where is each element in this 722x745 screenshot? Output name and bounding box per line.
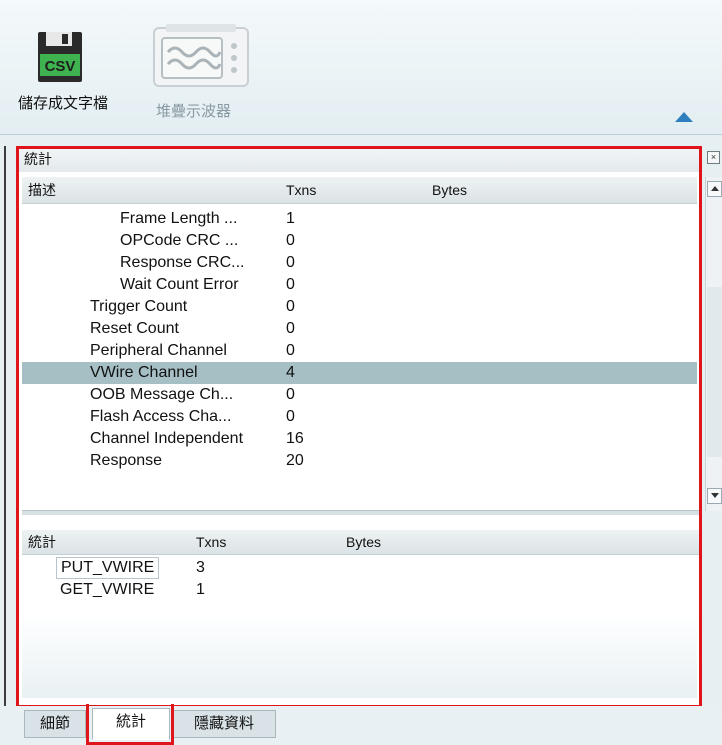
row-description: OOB Message Ch... (90, 386, 234, 403)
table-row-selected[interactable]: VWire Channel 4 (22, 362, 697, 384)
panel-title: 統計 (16, 146, 700, 172)
row-description: OPCode CRC ... (120, 232, 239, 249)
stacked-oscilloscope-label: 堆疊示波器 (156, 103, 232, 120)
table-row[interactable]: Flash Access Cha... 0 (22, 406, 697, 428)
bottom-tab-bar: 細節 統計 隱藏資料 (0, 706, 722, 745)
column-header-txns[interactable]: Txns (286, 177, 316, 203)
table-row[interactable]: Reset Count 0 (22, 318, 697, 340)
scroll-down-icon[interactable] (707, 488, 722, 504)
tab-statistics[interactable]: 統計 (92, 708, 170, 740)
svg-text:CSV: CSV (45, 58, 76, 75)
table-row[interactable]: OPCode CRC ... 0 (22, 230, 697, 252)
column-header-bytes[interactable]: Bytes (432, 177, 467, 203)
chevron-up-icon[interactable] (673, 110, 695, 124)
row-txns: 1 (196, 581, 205, 598)
oscilloscope-icon (153, 24, 249, 87)
column-header-bytes[interactable]: Bytes (346, 530, 381, 554)
row-txns: 0 (286, 408, 295, 425)
row-name: PUT_VWIRE (56, 557, 160, 579)
detail-table-body: PUT_VWIRE 3 GET_VWIRE 1 (22, 555, 697, 698)
ribbon-toolbar: CSV 儲存成文字檔 堆疊示波器 (0, 0, 722, 135)
column-header-statistics[interactable]: 統計 (28, 530, 56, 554)
tab-details[interactable]: 細節 (24, 710, 86, 738)
save-csv-icon: CSV (38, 32, 82, 82)
row-description: Peripheral Channel (90, 342, 227, 359)
row-txns: 0 (286, 232, 295, 249)
close-icon[interactable]: × (707, 151, 720, 164)
row-description: Response CRC... (120, 254, 245, 271)
row-txns: 0 (286, 320, 295, 337)
row-txns: 0 (286, 276, 295, 293)
table-row[interactable]: Trigger Count 0 (22, 296, 697, 318)
vertical-scrollbar[interactable] (705, 177, 722, 511)
table-row[interactable]: OOB Message Ch... 0 (22, 384, 697, 406)
row-txns: 1 (286, 210, 295, 227)
row-txns: 0 (286, 386, 295, 403)
row-txns: 0 (286, 298, 295, 315)
scroll-up-icon[interactable] (707, 181, 722, 197)
row-txns: 4 (286, 364, 295, 381)
row-description: Reset Count (90, 320, 179, 337)
table-row[interactable]: Response 20 (22, 450, 697, 472)
table-row[interactable]: Wait Count Error 0 (22, 274, 697, 296)
row-description: Wait Count Error (120, 276, 239, 293)
row-txns: 16 (286, 430, 304, 447)
row-description: Frame Length ... (120, 210, 238, 227)
splitter[interactable] (22, 510, 702, 515)
table-row[interactable]: Frame Length ... 1 (22, 208, 697, 230)
panel-left-border (4, 146, 6, 736)
row-txns: 3 (196, 559, 205, 576)
row-description: VWire Channel (90, 364, 198, 381)
save-as-text-label: 儲存成文字檔 (18, 95, 109, 112)
table-row[interactable]: Peripheral Channel 0 (22, 340, 697, 362)
scrollbar-thumb[interactable] (707, 287, 722, 457)
stacked-oscilloscope-button[interactable]: 堆疊示波器 (150, 24, 260, 124)
column-header-description[interactable]: 描述 (28, 177, 56, 203)
statistics-table-body: Frame Length ... 1 OPCode CRC ... 0 Resp… (22, 206, 697, 508)
column-header-txns[interactable]: Txns (196, 530, 226, 554)
statistics-table-header: 描述 Txns Bytes (22, 177, 697, 204)
row-description: Flash Access Cha... (90, 408, 232, 425)
save-as-text-button[interactable]: CSV 儲存成文字檔 (14, 30, 124, 120)
tab-hidden-data[interactable]: 隱藏資料 (172, 710, 276, 738)
row-description: Trigger Count (90, 298, 188, 315)
row-name: GET_VWIRE (60, 581, 155, 598)
row-txns: 0 (286, 254, 295, 271)
detail-table-header: 統計 Txns Bytes (22, 530, 702, 555)
row-description: Response (90, 452, 163, 469)
table-row[interactable]: Channel Independent 16 (22, 428, 697, 450)
row-description: Channel Independent (90, 430, 244, 447)
table-row[interactable]: Response CRC... 0 (22, 252, 697, 274)
row-txns: 20 (286, 452, 304, 469)
row-txns: 0 (286, 342, 295, 359)
